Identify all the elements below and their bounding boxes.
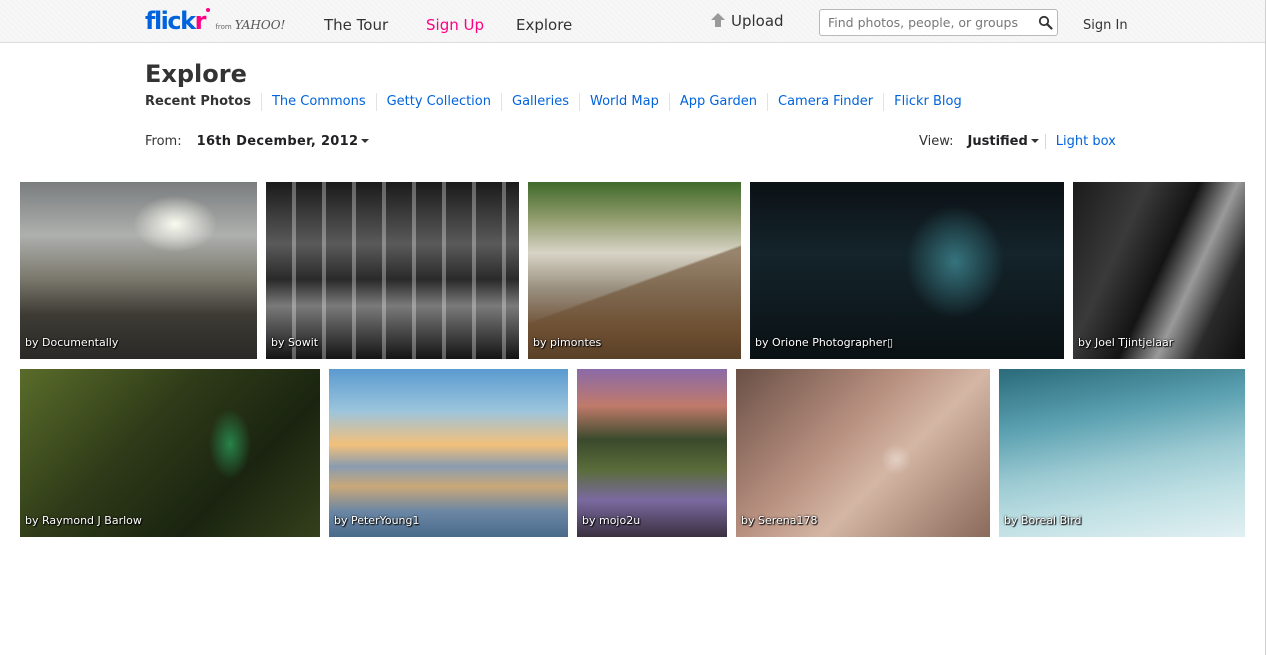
photo-tile[interactable]: by Documentally (20, 182, 257, 359)
photo-credit[interactable]: by Boreal Bird (1004, 514, 1082, 527)
subnav-camera-finder[interactable]: Camera Finder (767, 93, 883, 111)
logo-wordmark: flick (145, 7, 196, 35)
photo-tile[interactable]: by Boreal Bird (999, 369, 1245, 537)
search-box (819, 9, 1058, 36)
photo-credit[interactable]: by pimontes (533, 336, 601, 349)
photo-credit[interactable]: by Joel Tjintjelaar (1078, 336, 1173, 349)
photo-credit[interactable]: by PeterYoung1 (334, 514, 420, 527)
subnav-the-commons[interactable]: The Commons (260, 93, 376, 111)
nav-sign-up[interactable]: Sign Up (426, 0, 484, 42)
logo-from: from (215, 23, 232, 31)
view-lightbox-link[interactable]: Light box (1056, 134, 1116, 149)
view-dropdown[interactable]: Justified (968, 134, 1039, 149)
subnav-flickr-blog[interactable]: Flickr Blog (883, 93, 972, 111)
nav-explore[interactable]: Explore (516, 0, 572, 42)
subnav-world-map[interactable]: World Map (579, 93, 669, 111)
photo-tile[interactable]: by pimontes (528, 182, 741, 359)
photo-credit[interactable]: by Documentally (25, 336, 118, 349)
view-selector: View: Justified Light box (919, 134, 1116, 149)
flickr-logo[interactable]: flick r from YAHOO! (145, 6, 285, 36)
view-justified: Justified (967, 134, 1028, 149)
search-input[interactable] (820, 10, 1038, 35)
logo-dot (206, 8, 211, 12)
from-label: From: (145, 134, 182, 149)
subnav-app-garden[interactable]: App Garden (668, 93, 767, 111)
photo-tile[interactable]: by Sowit (266, 182, 519, 359)
subnav-getty-collection[interactable]: Getty Collection (375, 93, 501, 111)
chevron-down-icon (361, 139, 370, 143)
logo-yahoo: YAHOO! (234, 18, 286, 32)
photo-tile[interactable]: by Raymond J Barlow (20, 369, 320, 537)
photo-tile[interactable]: by PeterYoung1 (329, 369, 568, 537)
subnav-galleries[interactable]: Galleries (501, 93, 579, 111)
photo-credit[interactable]: by Raymond J Barlow (25, 514, 142, 527)
subnav-recent-photos: Recent Photos (145, 94, 251, 109)
page-title: Explore (145, 60, 247, 88)
upload-arrow-icon (711, 12, 725, 27)
date-selector: From: 16th December, 2012 (145, 134, 370, 149)
logo-r: r (194, 7, 207, 35)
photo-tile[interactable]: by Joel Tjintjelaar (1073, 182, 1245, 359)
date-dropdown[interactable]: 16th December, 2012 (197, 134, 370, 149)
photo-tile[interactable]: by Serena178 (736, 369, 990, 537)
photo-credit[interactable]: by Orione Photographer▯ (755, 336, 893, 349)
photo-tile[interactable]: by Orione Photographer▯ (750, 182, 1064, 359)
photo-tile[interactable]: by mojo2u (577, 369, 727, 537)
upload-button[interactable]: Upload (711, 0, 784, 42)
photo-credit[interactable]: by mojo2u (582, 514, 640, 527)
view-divider (1044, 134, 1046, 149)
date-value: 16th December, 2012 (196, 134, 359, 149)
explore-subnav: Recent Photos The Commons Getty Collecti… (145, 93, 972, 111)
search-icon[interactable] (1038, 15, 1053, 30)
photo-credit[interactable]: by Serena178 (741, 514, 818, 527)
sign-in-link[interactable]: Sign In (1083, 0, 1128, 42)
top-bar: flick r from YAHOO! The Tour Sign Up Expl… (0, 0, 1265, 43)
nav-the-tour[interactable]: The Tour (324, 0, 388, 42)
upload-label: Upload (731, 12, 784, 30)
photo-credit[interactable]: by Sowit (271, 336, 318, 349)
chevron-down-icon (1030, 139, 1039, 143)
view-label: View: (919, 134, 954, 149)
